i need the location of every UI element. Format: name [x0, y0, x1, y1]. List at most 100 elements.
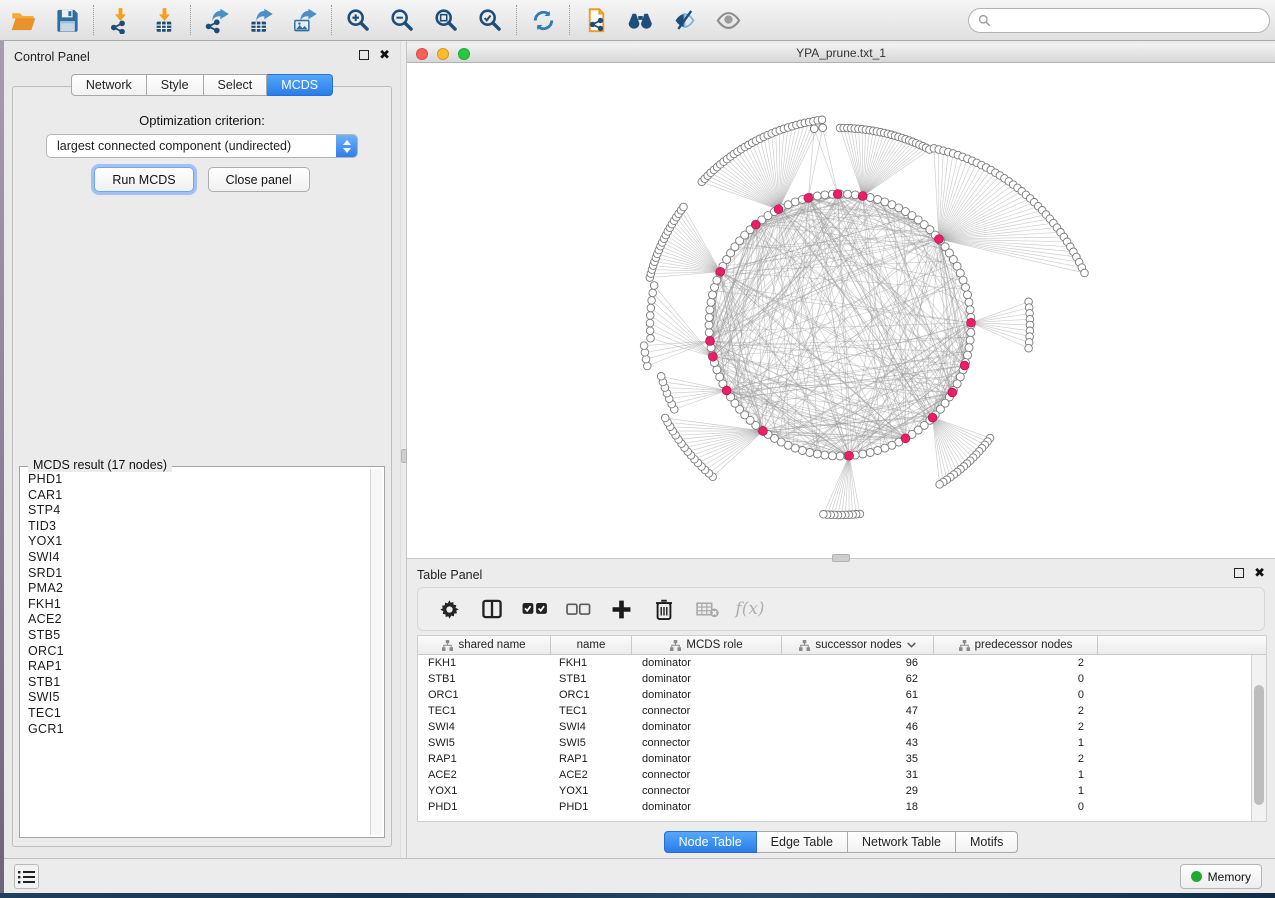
- column-header-successor-nodes[interactable]: successor nodes: [782, 636, 934, 654]
- clone-network-icon[interactable]: [580, 4, 612, 36]
- tab-motifs[interactable]: Motifs: [956, 831, 1018, 853]
- table-row[interactable]: FKH1FKH1dominator962: [418, 655, 1251, 671]
- save-session-icon[interactable]: [51, 4, 83, 36]
- mcds-result-item[interactable]: ORC1: [22, 644, 369, 660]
- birds-eye-icon[interactable]: [712, 4, 744, 36]
- find-icon[interactable]: [624, 4, 656, 36]
- close-panel-icon[interactable]: ✖: [379, 50, 390, 60]
- window-zoom-icon[interactable]: [458, 48, 470, 60]
- cell-mcds_role: dominator: [632, 671, 782, 687]
- table-row[interactable]: TEC1TEC1connector472: [418, 703, 1251, 719]
- mcds-result-item[interactable]: SWI5: [22, 690, 369, 706]
- zoom-out-icon[interactable]: [386, 4, 418, 36]
- deselect-all-icon[interactable]: [565, 596, 591, 622]
- zoom-selected-icon[interactable]: [474, 4, 506, 36]
- select-all-icon[interactable]: [522, 596, 548, 622]
- horizontal-splitter-handle[interactable]: [832, 554, 850, 562]
- mcds-result-item[interactable]: PHD1: [22, 472, 369, 488]
- table-row[interactable]: ORC1ORC1dominator610: [418, 687, 1251, 703]
- memory-button[interactable]: Memory: [1180, 864, 1262, 889]
- refresh-icon[interactable]: [527, 4, 559, 36]
- mcds-result-item[interactable]: TEC1: [22, 706, 369, 722]
- tab-network[interactable]: Network: [71, 74, 147, 96]
- column-header-shared-name[interactable]: shared name: [418, 636, 551, 654]
- cell-successor_nodes: 43: [782, 735, 934, 751]
- status-bar: Memory: [4, 858, 1275, 893]
- run-mcds-button[interactable]: Run MCDS: [94, 167, 193, 192]
- tab-mcds[interactable]: MCDS: [267, 74, 333, 96]
- table-scrollbar[interactable]: [1251, 655, 1266, 821]
- tab-style[interactable]: Style: [147, 74, 204, 96]
- search-input[interactable]: [996, 14, 1260, 28]
- hide-graphics-icon[interactable]: [668, 4, 700, 36]
- mcds-result-item[interactable]: STP4: [22, 503, 369, 519]
- column-header-filler: [1098, 636, 1266, 654]
- column-header-MCDS-role[interactable]: MCDS role: [632, 636, 782, 654]
- table-row[interactable]: PHD1PHD1dominator180: [418, 799, 1251, 815]
- tab-select[interactable]: Select: [204, 74, 268, 96]
- vertical-splitter-handle[interactable]: [401, 449, 407, 463]
- mcds-result-item[interactable]: GCR1: [22, 722, 369, 738]
- mcds-result-item[interactable]: SRD1: [22, 566, 369, 582]
- control-panel-tabs: NetworkStyleSelectMCDS: [4, 74, 400, 96]
- cell-predecessor_nodes: 2: [934, 703, 1098, 719]
- import-network-icon[interactable]: [104, 4, 136, 36]
- float-table-panel-icon[interactable]: [1234, 568, 1244, 578]
- mcds-result-item[interactable]: ACE2: [22, 612, 369, 628]
- mcds-list-scrollbar[interactable]: [370, 469, 382, 835]
- cell-mcds_role: connector: [632, 703, 782, 719]
- table-scrollbar-thumb[interactable]: [1254, 685, 1264, 805]
- import-table-icon[interactable]: [148, 4, 180, 36]
- delete-row-icon[interactable]: [651, 596, 677, 622]
- toolbar-separator: [569, 5, 570, 35]
- tab-network-table[interactable]: Network Table: [848, 831, 956, 853]
- tab-node-table[interactable]: Node Table: [664, 831, 757, 853]
- table-row[interactable]: STB1STB1dominator620: [418, 671, 1251, 687]
- window-minimize-icon[interactable]: [437, 48, 449, 60]
- mcds-result-item[interactable]: PMA2: [22, 581, 369, 597]
- search-box[interactable]: [968, 8, 1270, 33]
- cell-shared_name: ACE2: [418, 767, 551, 783]
- table-row[interactable]: SWI4SWI4dominator462: [418, 719, 1251, 735]
- memory-status-icon: [1191, 871, 1202, 882]
- mcds-result-item[interactable]: TID3: [22, 519, 369, 535]
- tab-edge-table[interactable]: Edge Table: [757, 831, 848, 853]
- mcds-result-item[interactable]: STB5: [22, 628, 369, 644]
- table-row[interactable]: YOX1YOX1connector291: [418, 783, 1251, 799]
- mcds-result-item[interactable]: YOX1: [22, 534, 369, 550]
- close-panel-button[interactable]: Close panel: [208, 167, 310, 192]
- table-row[interactable]: RAP1RAP1dominator352: [418, 751, 1251, 767]
- task-list-icon: [18, 870, 36, 884]
- mcds-result-item[interactable]: CAR1: [22, 488, 369, 504]
- zoom-in-icon[interactable]: [342, 4, 374, 36]
- network-graph[interactable]: [407, 63, 1275, 558]
- close-table-panel-icon[interactable]: ✖: [1254, 568, 1265, 578]
- column-header-name[interactable]: name: [551, 636, 632, 654]
- table-row[interactable]: ACE2ACE2connector311: [418, 767, 1251, 783]
- vertical-splitter[interactable]: [400, 41, 407, 858]
- network-canvas[interactable]: [407, 63, 1275, 558]
- mcds-result-item[interactable]: RAP1: [22, 659, 369, 675]
- optimization-criterion-select[interactable]: largest connected component (undirected): [46, 134, 358, 158]
- task-history-button[interactable]: [14, 864, 39, 889]
- zoom-fit-icon[interactable]: [430, 4, 462, 36]
- export-image-icon[interactable]: [289, 4, 321, 36]
- open-file-icon[interactable]: [7, 4, 39, 36]
- export-network-icon[interactable]: [201, 4, 233, 36]
- export-table-icon[interactable]: [245, 4, 277, 36]
- cell-shared_name: RAP1: [418, 751, 551, 767]
- table-row[interactable]: SWI5SWI5connector431: [418, 735, 1251, 751]
- table-toolbar: f(x): [417, 587, 1265, 631]
- table-tabs: Node TableEdge TableNetwork TableMotifs: [407, 831, 1275, 853]
- mcds-result-item[interactable]: FKH1: [22, 597, 369, 613]
- settings-icon[interactable]: [436, 596, 462, 622]
- column-header-predecessor-nodes[interactable]: predecessor nodes: [934, 636, 1098, 654]
- cell-shared_name: PHD1: [418, 799, 551, 815]
- cell-predecessor_nodes: 0: [934, 799, 1098, 815]
- mcds-result-item[interactable]: SWI4: [22, 550, 369, 566]
- add-row-icon[interactable]: [608, 596, 634, 622]
- float-panel-icon[interactable]: [359, 50, 369, 60]
- mcds-result-item[interactable]: STB1: [22, 675, 369, 691]
- window-close-icon[interactable]: [416, 48, 428, 60]
- columns-icon[interactable]: [479, 596, 505, 622]
